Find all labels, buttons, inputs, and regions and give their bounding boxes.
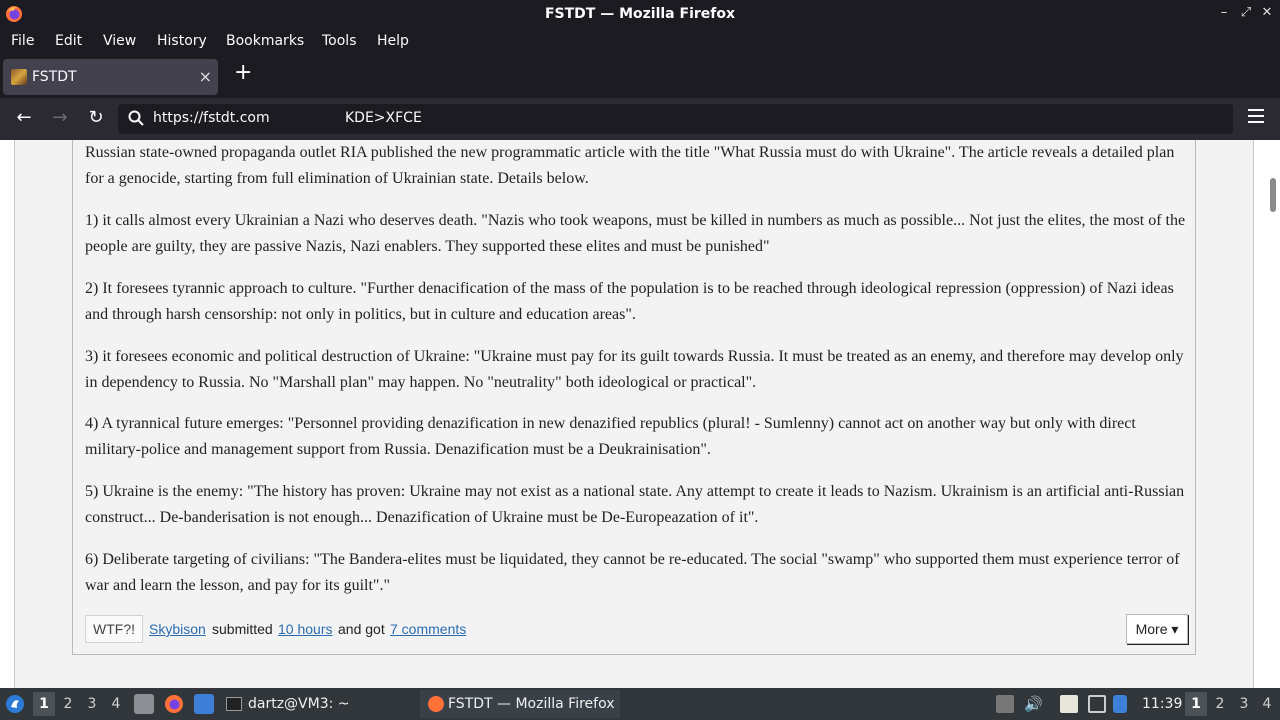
- maximize-button[interactable]: ⤢: [1238, 5, 1254, 20]
- workspace-1[interactable]: 1: [33, 692, 55, 716]
- tab-fstdt[interactable]: FSTDT ×: [3, 59, 218, 95]
- post-card: Russian state-owned propaganda outlet RI…: [72, 140, 1196, 655]
- post-paragraph: Russian state-owned propaganda outlet RI…: [85, 144, 1175, 187]
- file-manager-icon[interactable]: [134, 694, 154, 714]
- wtf-vote-button[interactable]: WTF?!: [85, 615, 143, 643]
- new-tab-button[interactable]: +: [234, 62, 252, 84]
- window-titlebar: FSTDT — Mozilla Firefox – ⤢ ✕: [0, 0, 1280, 29]
- workspace-right-1[interactable]: 1: [1185, 692, 1207, 716]
- user-link[interactable]: Skybison: [149, 621, 206, 637]
- task-terminal[interactable]: dartz@VM3: ~: [222, 690, 412, 718]
- taskbar: 1 2 3 4 dartz@VM3: ~ FSTDT — Mozilla Fir…: [0, 688, 1280, 720]
- submitted-text: submitted: [212, 621, 273, 637]
- menu-bookmarks[interactable]: Bookmarks: [226, 33, 304, 49]
- app-menu-icon[interactable]: [5, 694, 25, 714]
- menu-view[interactable]: View: [103, 33, 136, 49]
- page-scrollbar[interactable]: [1266, 140, 1280, 688]
- and-got-text: and got: [338, 621, 385, 637]
- workspace-right-4[interactable]: 4: [1256, 692, 1278, 716]
- workspace-4[interactable]: 4: [105, 692, 127, 716]
- menu-history[interactable]: History: [157, 33, 207, 49]
- tray-app-icon[interactable]: [996, 695, 1014, 713]
- workspace-3[interactable]: 3: [81, 692, 103, 716]
- workspace-2[interactable]: 2: [57, 692, 79, 716]
- minimize-button[interactable]: –: [1216, 5, 1232, 20]
- clipboard-icon[interactable]: [1060, 695, 1078, 713]
- more-button[interactable]: More ▾: [1126, 614, 1188, 644]
- url-text[interactable]: https://fstdt.com: [153, 110, 270, 126]
- task-firefox-label: FSTDT — Mozilla Firefox: [448, 696, 615, 712]
- post-paragraph: 2) It foresees tyrannic approach to cult…: [85, 280, 1174, 323]
- notification-icon[interactable]: [1113, 695, 1127, 713]
- comments-link[interactable]: 7 comments: [390, 621, 466, 637]
- search-icon: [128, 110, 144, 126]
- menu-file[interactable]: File: [11, 33, 34, 49]
- workspace-right-3[interactable]: 3: [1233, 692, 1255, 716]
- menu-edit[interactable]: Edit: [55, 33, 82, 49]
- site-favicon-icon: [11, 69, 27, 85]
- forward-button[interactable]: →: [49, 108, 71, 128]
- tab-close-icon[interactable]: ×: [199, 67, 212, 86]
- volume-icon[interactable]: 🔊: [1024, 695, 1043, 713]
- reload-button[interactable]: ↻: [85, 108, 107, 128]
- workspace-right-2[interactable]: 2: [1209, 692, 1231, 716]
- post-paragraph: 6) Deliberate targeting of civilians: "T…: [85, 551, 1180, 594]
- post-paragraph: 5) Ukraine is the enemy: "The history ha…: [85, 483, 1185, 526]
- tab-bar: FSTDT ×: [0, 56, 1280, 98]
- firefox-launcher-icon[interactable]: [164, 694, 184, 714]
- terminal-icon: [226, 697, 242, 711]
- window-title: FSTDT — Mozilla Firefox: [544, 6, 736, 22]
- back-button[interactable]: ←: [13, 108, 35, 128]
- address-bar[interactable]: https://fstdt.com KDE>XFCE: [118, 104, 1233, 134]
- post-paragraph: 4) A tyrannical future emerges: "Personn…: [85, 415, 1136, 458]
- post-paragraph: 3) it foresees economic and political de…: [85, 348, 1184, 391]
- menu-help[interactable]: Help: [377, 33, 409, 49]
- task-terminal-label: dartz@VM3: ~: [248, 696, 350, 712]
- post-paragraph: 1) it calls almost every Ukrainian a Naz…: [85, 212, 1186, 255]
- firefox-task-icon: [428, 696, 444, 712]
- url-extra-text: KDE>XFCE: [345, 110, 422, 126]
- hamburger-menu-icon[interactable]: [1248, 109, 1264, 127]
- scrollbar-thumb[interactable]: [1270, 178, 1276, 212]
- time-link[interactable]: 10 hours: [278, 621, 332, 637]
- task-firefox[interactable]: FSTDT — Mozilla Firefox: [420, 690, 620, 718]
- close-window-button[interactable]: ✕: [1259, 5, 1275, 20]
- network-icon[interactable]: [1088, 695, 1106, 713]
- menu-tools[interactable]: Tools: [322, 33, 357, 49]
- menu-bar: File Edit View History Bookmarks Tools H…: [0, 29, 1280, 56]
- tab-label: FSTDT: [32, 69, 77, 85]
- show-desktop-icon[interactable]: [194, 694, 214, 714]
- page-viewport: Russian state-owned propaganda outlet RI…: [0, 140, 1280, 688]
- clock[interactable]: 11:39: [1142, 696, 1182, 712]
